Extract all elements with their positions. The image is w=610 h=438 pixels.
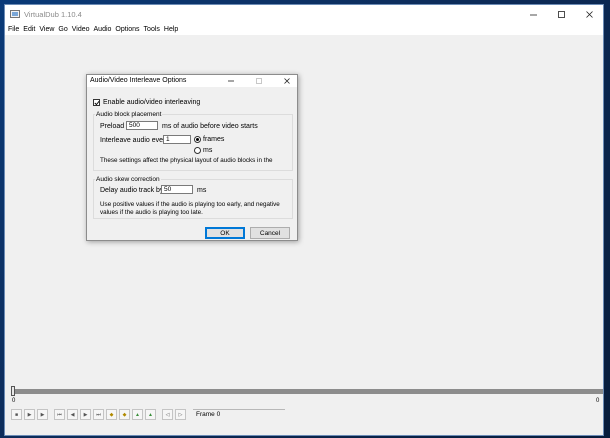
end-button[interactable]: ⏭: [93, 409, 104, 420]
next-key-button[interactable]: ◆: [119, 409, 130, 420]
mark-out-button[interactable]: ▷: [175, 409, 186, 420]
menu-go[interactable]: Go: [58, 26, 67, 33]
audio-skew-title: Audio skew correction: [95, 176, 161, 183]
delay-input[interactable]: [161, 185, 193, 194]
menu-audio[interactable]: Audio: [94, 26, 112, 33]
minimize-icon: [228, 80, 234, 82]
play-output-icon: ▶: [40, 411, 45, 418]
transport-toolbar: ■ ▶ ▶ ⏮ ◀ ▶ ⏭ ◆ ◆ ▲ ▲ ◁ ▷: [11, 409, 188, 420]
audio-block-placement-title: Audio block placement: [95, 111, 163, 118]
menu-tools[interactable]: Tools: [144, 26, 160, 33]
ok-button[interactable]: OK: [205, 227, 245, 239]
dialog-title: Audio/Video Interleave Options: [90, 77, 187, 84]
title-bar: VirtualDub 1.10.4: [5, 5, 603, 23]
back-button[interactable]: ◀: [67, 409, 78, 420]
end-icon: ⏭: [96, 411, 101, 418]
frame-indicator: Frame 0: [193, 409, 285, 419]
forward-icon: ▶: [83, 411, 88, 418]
enable-interleave-checkbox[interactable]: [93, 99, 100, 106]
position-end-label: 0: [596, 398, 600, 404]
start-icon: ⏮: [57, 411, 62, 418]
stop-button[interactable]: ■: [11, 409, 22, 420]
mark-in-icon: ◁: [165, 411, 170, 418]
stop-icon: ■: [14, 411, 19, 418]
close-icon: [585, 10, 593, 18]
menu-view[interactable]: View: [39, 26, 54, 33]
mark-out-icon: ▷: [178, 411, 183, 418]
play-input-icon: ▶: [27, 411, 32, 418]
close-button[interactable]: [575, 5, 603, 23]
menu-video[interactable]: Video: [72, 26, 90, 33]
prev-key-icon: ◆: [109, 411, 114, 418]
next-scene-button[interactable]: ▲: [145, 409, 156, 420]
preload-suffix: ms of audio before video starts: [162, 123, 258, 130]
frames-label: frames: [203, 136, 225, 143]
delay-label: Delay audio track by: [100, 187, 164, 194]
position-slider-thumb[interactable]: [11, 386, 15, 396]
interleave-options-dialog: Audio/Video Interleave Options Enable au…: [86, 74, 298, 241]
close-icon: [284, 78, 290, 84]
back-icon: ◀: [70, 411, 75, 418]
block-placement-note: These settings affect the physical layou…: [100, 157, 273, 164]
interleave-input[interactable]: [163, 135, 191, 144]
maximize-button[interactable]: [547, 5, 575, 23]
dialog-maximize-button: [249, 75, 269, 87]
menu-help[interactable]: Help: [164, 26, 178, 33]
menu-file[interactable]: File: [8, 26, 19, 33]
menu-edit[interactable]: Edit: [23, 26, 35, 33]
frames-radio[interactable]: [194, 136, 201, 143]
prev-scene-icon: ▲: [135, 411, 140, 418]
start-button[interactable]: ⏮: [54, 409, 65, 420]
menu-bar: File Edit View Go Video Audio Options To…: [5, 23, 603, 35]
maximize-icon: [256, 78, 262, 84]
delay-suffix: ms: [197, 187, 207, 194]
play-output-button[interactable]: ▶: [37, 409, 48, 420]
window-title: VirtualDub 1.10.4: [24, 9, 82, 19]
dialog-close-button[interactable]: [277, 75, 297, 87]
prev-key-button[interactable]: ◆: [106, 409, 117, 420]
virtualdub-app-icon: [10, 10, 20, 18]
enable-interleave-label: Enable audio/video interleaving: [103, 99, 201, 106]
preload-label: Preload: [100, 123, 125, 130]
dialog-minimize-button[interactable]: [221, 75, 241, 87]
main-window: VirtualDub 1.10.4 File Edit View Go Vide…: [4, 4, 604, 436]
next-key-icon: ◆: [122, 411, 127, 418]
position-start-label: 0: [12, 398, 16, 404]
forward-button[interactable]: ▶: [80, 409, 91, 420]
skew-note-line-1: Use positive values if the audio is play…: [100, 201, 280, 208]
next-scene-icon: ▲: [148, 411, 153, 418]
position-slider-track[interactable]: [11, 389, 603, 394]
mark-in-button[interactable]: ◁: [162, 409, 173, 420]
checkmark-icon: [94, 100, 99, 105]
play-input-button[interactable]: ▶: [24, 409, 35, 420]
maximize-icon: [557, 10, 565, 18]
minimize-button[interactable]: [519, 5, 547, 23]
interleave-label: Interleave audio every: [100, 137, 169, 144]
menu-options[interactable]: Options: [115, 26, 139, 33]
minimize-icon: [529, 14, 537, 15]
prev-scene-button[interactable]: ▲: [132, 409, 143, 420]
skew-note-line-2: values if the audio is playing too late.: [100, 209, 203, 216]
cancel-button[interactable]: Cancel: [250, 227, 290, 239]
dialog-title-bar: Audio/Video Interleave Options: [87, 75, 297, 87]
ms-radio[interactable]: [194, 147, 201, 154]
preload-input[interactable]: [126, 121, 158, 130]
ms-label: ms: [203, 147, 213, 154]
